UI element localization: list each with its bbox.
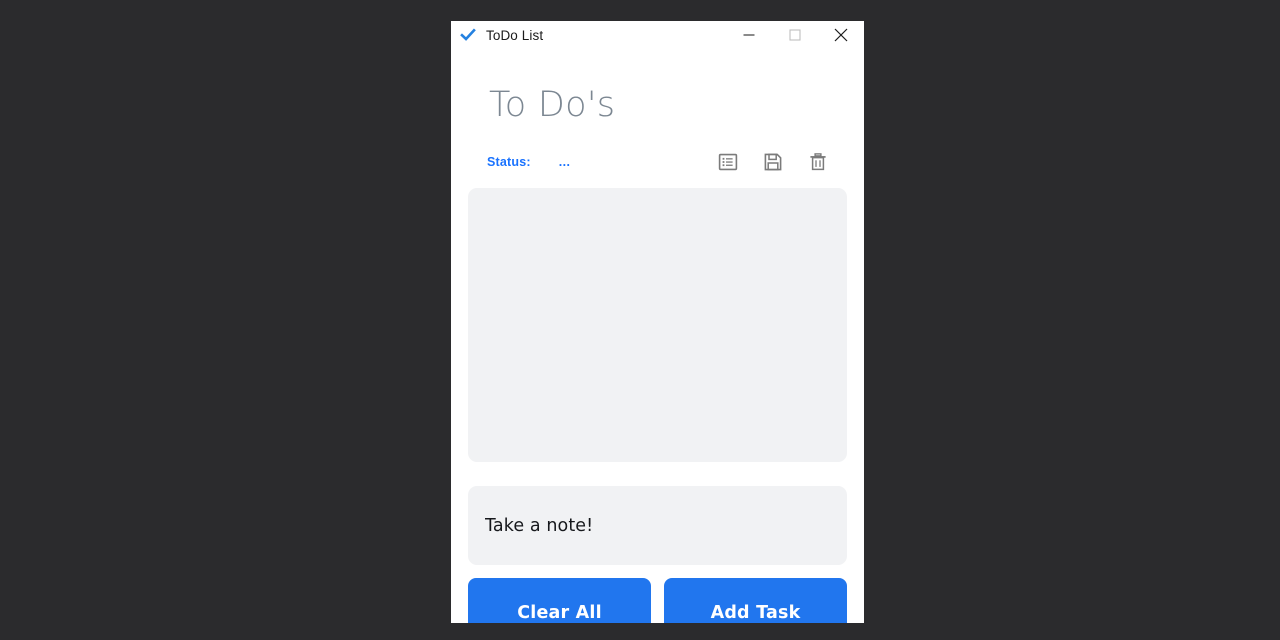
window-body: To Do's Status: ... Take a note! Clear A… bbox=[451, 49, 864, 623]
page-title: To Do's bbox=[489, 85, 616, 125]
todo-app-window: ToDo List To Do's Status: ... Take a not… bbox=[451, 21, 864, 623]
maximize-icon bbox=[789, 29, 801, 41]
note-input[interactable] bbox=[468, 515, 847, 536]
add-task-button[interactable]: Add Task bbox=[664, 578, 847, 623]
clear-all-button[interactable]: Clear All bbox=[468, 578, 651, 623]
toolbar-icons bbox=[717, 151, 844, 173]
close-icon bbox=[834, 28, 848, 42]
task-list-empty-text bbox=[468, 188, 847, 462]
button-row: Clear All Add Task bbox=[468, 578, 847, 623]
list-button[interactable] bbox=[717, 151, 739, 173]
status-value: ... bbox=[558, 155, 571, 169]
note-input-container[interactable] bbox=[468, 486, 847, 565]
save-button[interactable] bbox=[762, 151, 784, 173]
checkmark-icon bbox=[460, 27, 476, 43]
minimize-icon bbox=[743, 29, 755, 41]
trash-icon bbox=[808, 152, 828, 172]
window-title: ToDo List bbox=[486, 27, 544, 43]
task-list[interactable] bbox=[468, 188, 847, 462]
list-icon bbox=[718, 152, 738, 172]
status-row: Status: ... bbox=[468, 147, 847, 177]
window-controls bbox=[726, 21, 864, 49]
delete-button[interactable] bbox=[807, 151, 829, 173]
minimize-button[interactable] bbox=[726, 21, 772, 49]
maximize-button[interactable] bbox=[772, 21, 818, 49]
close-button[interactable] bbox=[818, 21, 864, 49]
status-label: Status: bbox=[487, 155, 531, 169]
title-bar: ToDo List bbox=[451, 21, 864, 49]
save-icon bbox=[763, 152, 783, 172]
